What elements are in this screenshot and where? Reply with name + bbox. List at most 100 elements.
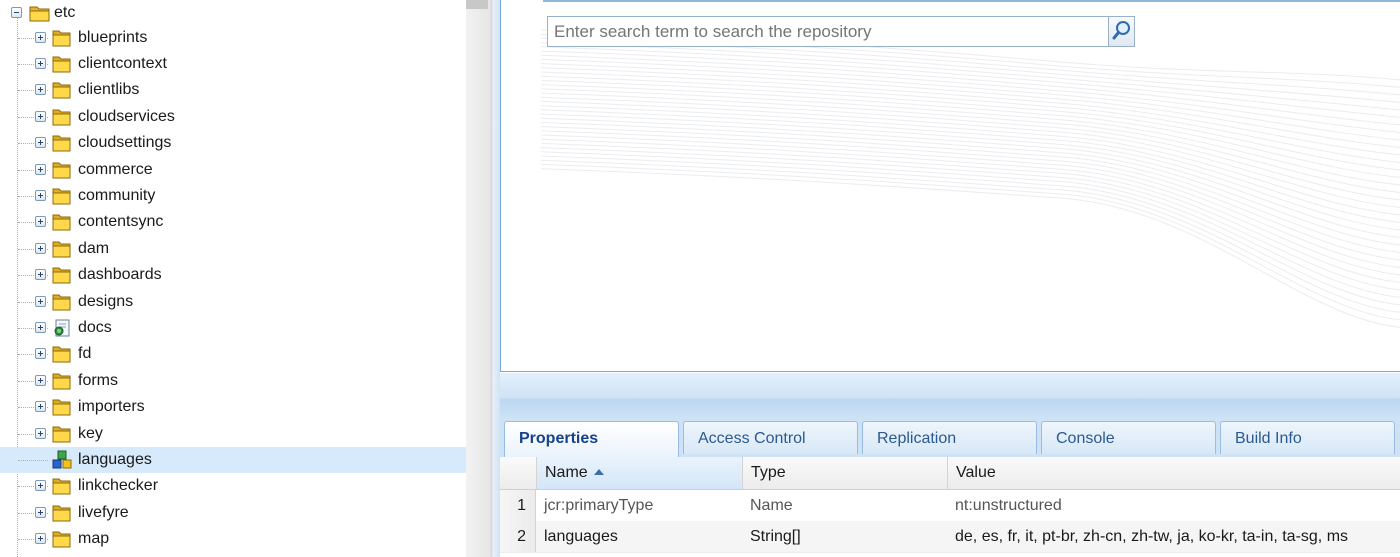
expand-icon[interactable] (35, 321, 46, 333)
expand-icon[interactable] (35, 216, 46, 228)
tree-node-fd[interactable]: fd (0, 341, 466, 367)
table-row[interactable]: 2 languages String[] de, es, fr, it, pt-… (500, 521, 1400, 553)
tree-node-label: clientcontext (78, 54, 167, 72)
expand-icon[interactable] (35, 189, 46, 201)
grid-header: Name Type Value (500, 457, 1400, 490)
cell-name[interactable]: languages (536, 521, 618, 552)
expand-icon[interactable] (35, 269, 46, 281)
expand-icon[interactable] (35, 84, 46, 96)
tree-node-blueprints[interactable]: blueprints (0, 25, 466, 51)
expand-icon[interactable] (35, 295, 46, 307)
tree-node-languages[interactable]: languages (0, 446, 466, 473)
tab-console[interactable]: Console (1041, 421, 1216, 454)
tree-node-commerce[interactable]: commerce (0, 157, 466, 183)
expand-icon[interactable] (35, 242, 46, 254)
search-panel (500, 0, 1400, 372)
folder-open-icon (29, 3, 51, 23)
search-input[interactable] (547, 16, 1109, 47)
tree-node-clientlibs[interactable]: clientlibs (0, 77, 466, 103)
expand-icon[interactable] (35, 31, 46, 43)
node-cubes-icon (51, 450, 73, 470)
cell-name[interactable]: jcr:primaryType (536, 490, 653, 521)
tree-connector (18, 459, 48, 461)
folder-icon (51, 476, 73, 496)
tree-node-forms[interactable]: forms (0, 368, 466, 394)
table-row[interactable]: 1 jcr:primaryType Name nt:unstructured (500, 490, 1400, 522)
tree-node-label: cloudsettings (78, 134, 172, 152)
tree-node-community[interactable]: community (0, 183, 466, 209)
tree-node-docs[interactable]: docs (0, 315, 466, 341)
expand-icon[interactable] (35, 57, 46, 69)
tree-node-dashboards[interactable]: dashboards (0, 262, 466, 288)
magnifier-icon (1112, 21, 1130, 40)
cell-value[interactable]: de, es, fr, it, pt-br, zh-cn, zh-tw, ja,… (947, 521, 1348, 552)
row-number: 1 (500, 490, 536, 521)
tree-node-label: linkchecker (78, 477, 159, 495)
tree-node-label: map (78, 530, 110, 548)
expand-icon[interactable] (35, 401, 46, 413)
folder-icon (51, 397, 73, 417)
sort-ascending-icon (593, 469, 604, 475)
tree-node-label: designs (78, 292, 134, 310)
expand-icon[interactable] (35, 110, 46, 122)
column-header-label: Value (956, 464, 996, 481)
tree-node-cloudservices[interactable]: cloudservices (0, 104, 466, 130)
tab-replication[interactable]: Replication (862, 421, 1037, 454)
search-button[interactable] (1108, 16, 1135, 47)
expand-icon[interactable] (35, 137, 46, 149)
tab-strip: Properties Access Control Replication Co… (500, 419, 1400, 457)
tab-access-control[interactable]: Access Control (683, 421, 858, 454)
tree-node-label: languages (78, 450, 152, 468)
folder-icon (51, 265, 73, 285)
tree-node-contentsync[interactable]: contentsync (0, 209, 466, 235)
cell-value[interactable]: nt:unstructured (947, 490, 1062, 521)
expand-icon[interactable] (35, 506, 46, 518)
properties-grid: Name Type Value 1 jcr:primaryType Name n… (500, 457, 1400, 557)
tree-node-designs[interactable]: designs (0, 289, 466, 315)
tree-node-label: community (78, 186, 156, 204)
panel-splitter[interactable] (466, 0, 500, 557)
tree-node-linkchecker[interactable]: linkchecker (0, 473, 466, 499)
tree-node-livefyre[interactable]: livefyre (0, 500, 466, 526)
scrollbar-thumb[interactable] (466, 0, 488, 9)
tree-node-importers[interactable]: importers (0, 394, 466, 420)
expand-icon[interactable] (35, 374, 46, 386)
tree-node-label: commerce (78, 160, 153, 178)
background-waves (540, 29, 1400, 328)
folder-icon (51, 292, 73, 312)
folder-icon (51, 160, 73, 180)
tree-node-label: etc (54, 4, 76, 21)
column-header-value[interactable]: Value (947, 457, 1400, 489)
tree-node-map[interactable]: map (0, 526, 466, 552)
expand-icon[interactable] (35, 533, 46, 545)
expand-icon[interactable] (35, 348, 46, 360)
folder-icon (51, 212, 73, 232)
tree-node-label: key (78, 424, 103, 442)
expand-icon[interactable] (35, 427, 46, 439)
tree-node-cloudsettings[interactable]: cloudsettings (0, 130, 466, 156)
column-header-type[interactable]: Type (742, 457, 947, 489)
row-number: 2 (500, 521, 536, 552)
tree-node-clientcontext[interactable]: clientcontext (0, 51, 466, 77)
tree-node-dam[interactable]: dam (0, 236, 466, 262)
tab-properties[interactable]: Properties (504, 421, 679, 457)
column-header-name[interactable]: Name (536, 457, 742, 489)
folder-icon (51, 503, 73, 523)
cell-type[interactable]: Name (742, 490, 793, 521)
repository-tree: etc blueprints clientcontext clientlibs clo… (0, 0, 466, 557)
expand-icon[interactable] (35, 163, 46, 175)
column-header-label: Name (545, 464, 588, 481)
folder-icon (51, 239, 73, 259)
tab-build-info[interactable]: Build Info (1220, 421, 1395, 454)
tree-node-label: cloudservices (78, 107, 175, 125)
folder-icon (51, 424, 73, 444)
properties-panel-header (500, 373, 1400, 419)
collapse-icon[interactable] (11, 7, 22, 18)
expand-icon[interactable] (35, 480, 46, 492)
cell-type[interactable]: String[] (742, 521, 801, 552)
tree-node-label: fd (78, 345, 92, 363)
folder-icon (51, 80, 73, 100)
tree-node-label: clientlibs (78, 81, 140, 99)
tree-node-key[interactable]: key (0, 421, 466, 447)
tree-node-root[interactable]: etc (0, 0, 466, 26)
